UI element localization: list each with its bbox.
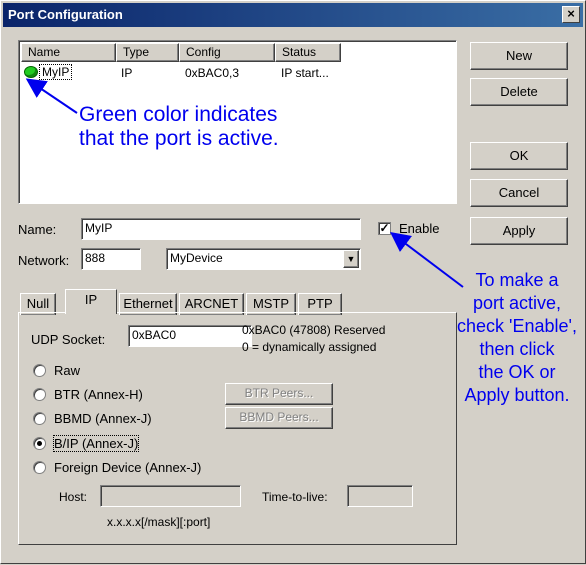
radio-bbmd-label: BBMD (Annex-J) (54, 411, 152, 426)
bbmd-peers-button[interactable]: BBMD Peers... (225, 407, 333, 429)
tab-ip[interactable]: IP (65, 289, 117, 314)
annotation-line: To make a (475, 270, 559, 290)
radio-button-icon (33, 461, 46, 474)
radio-button-icon (33, 364, 46, 377)
green-color-annotation: Green color indicates that the port is a… (79, 103, 279, 151)
network-number-input[interactable]: 888 (81, 248, 141, 270)
name-input[interactable]: MyIP (81, 218, 361, 240)
window-title: Port Configuration (8, 7, 123, 22)
column-header-status[interactable]: Status (275, 43, 341, 62)
title-bar[interactable]: Port Configuration × (3, 3, 583, 27)
port-status-cell: IP start... (281, 66, 329, 80)
annotation-line: check 'Enable', (457, 316, 577, 336)
annotation-line: then click (479, 339, 555, 359)
radio-btr-label: BTR (Annex-H) (54, 387, 143, 402)
column-header-type[interactable]: Type (116, 43, 179, 62)
annotation-line: Green color indicates (79, 103, 278, 126)
close-button[interactable]: × (562, 6, 580, 23)
new-button[interactable]: New (470, 42, 568, 70)
ttl-label: Time-to-live: (262, 490, 328, 504)
radio-raw-label: Raw (54, 363, 81, 378)
radio-foreign-device-label: Foreign Device (Annex-J) (54, 460, 202, 475)
radio-selected-dot-icon (37, 441, 42, 446)
annotation-line: port active, (472, 293, 562, 313)
delete-button[interactable]: Delete (470, 78, 568, 106)
name-label: Name: (18, 222, 57, 237)
enable-label: Enable (399, 221, 440, 236)
column-header-config[interactable]: Config (179, 43, 275, 62)
enable-instructions-annotation: To make a port active, check 'Enable', t… (449, 269, 585, 407)
radio-button-icon (33, 437, 46, 450)
udp-socket-input[interactable]: 0xBAC0 (128, 325, 252, 347)
host-label: Host: (59, 490, 88, 504)
ttl-input[interactable] (347, 485, 413, 507)
btr-peers-button[interactable]: BTR Peers... (225, 383, 333, 405)
udp-reserved-note: 0xBAC0 (47808) Reserved (242, 323, 386, 337)
annotation-line: the OK or (478, 362, 556, 382)
annotation-line: Apply button. (464, 385, 570, 405)
column-header-name[interactable]: Name (21, 43, 116, 62)
network-label: Network: (18, 253, 70, 268)
device-select-value: MyDevice (170, 251, 223, 265)
udp-socket-label: UDP Socket: (31, 332, 106, 347)
host-input[interactable] (100, 485, 241, 507)
radio-button-icon (33, 412, 46, 425)
cancel-button[interactable]: Cancel (470, 179, 568, 207)
port-active-icon (24, 66, 38, 78)
ip-tab-panel: UDP Socket: 0xBAC0 0xBAC0 (47808) Reserv… (18, 312, 457, 545)
port-type-cell: IP (121, 66, 133, 80)
radio-bip-label: B/IP (Annex-J) (52, 435, 140, 452)
checkmark-icon: ✓ (378, 221, 391, 235)
ok-button[interactable]: OK (470, 142, 568, 170)
device-select[interactable]: MyDevice ▼ (166, 248, 361, 270)
host-format-hint: x.x.x.x[/mask][:port] (107, 515, 211, 529)
port-config-cell: 0xBAC0,3 (185, 66, 240, 80)
radio-button-icon (33, 388, 46, 401)
port-configuration-dialog: Port Configuration × Name Type Config St… (0, 0, 586, 564)
udp-dynamic-note: 0 = dynamically assigned (242, 340, 377, 354)
apply-button[interactable]: Apply (470, 217, 568, 245)
port-name-cell: MyIP (38, 64, 73, 80)
chevron-down-icon[interactable]: ▼ (343, 250, 359, 268)
close-icon: × (567, 6, 575, 21)
annotation-line: that the port is active. (79, 127, 279, 150)
